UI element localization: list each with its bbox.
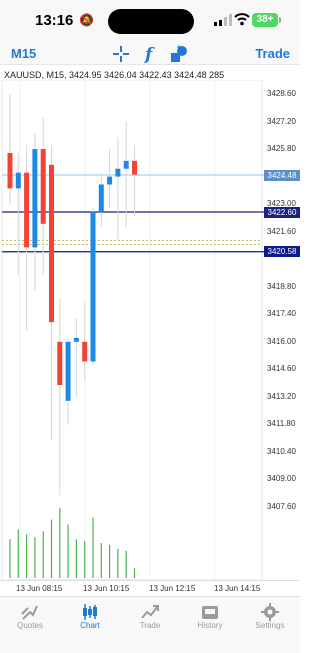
battery-indicator: 38+ [252,13,278,27]
candle-bull [65,341,71,401]
price-tag-low-line: 3420.58 [264,246,300,258]
symbol-info: XAUUSD, M15, 3424.95 3426.04 3422.43 342… [4,70,225,80]
price-tag-high-line: 3422.60 [264,206,300,218]
time-label: 13 Jun 08:15 [16,584,63,593]
svg-text:f: f [144,45,155,64]
candle-bull [32,149,38,248]
candle-bear [132,160,137,175]
crosshair-icon[interactable] [111,44,131,64]
price-tick-label: 3418.80 [267,281,296,291]
candle-bear [49,164,54,323]
history-icon [202,606,218,619]
tab-label: Trade [139,621,161,630]
candle-bear [40,149,46,224]
candle-bull [90,212,96,362]
candle-bull [73,337,79,342]
price-tick-label: 3411.80 [267,419,296,429]
status-time: 13:16 [35,12,74,29]
candle-bull [115,168,121,177]
price-tick-label: 3409.00 [267,474,296,484]
candle-bear [7,153,13,189]
tab-label: Quotes [17,621,43,630]
trade-icon [141,605,159,619]
trade-button[interactable]: Trade [255,46,290,61]
price-tick-label: 3416.00 [267,336,296,346]
candle-bull [98,184,104,212]
tab-quotes[interactable]: Quotes [0,597,60,653]
time-label: 13 Jun 14:15 [214,584,261,593]
price-tick-label: 3414.60 [267,364,296,374]
tab-history[interactable]: History [180,597,240,653]
tab-trade[interactable]: Trade [120,597,180,653]
signal-icon [214,14,232,26]
settings-icon [261,603,279,621]
price-tick-label: 3410.40 [267,446,296,456]
price-tick-label: 3425.80 [267,144,296,154]
timeframe-button[interactable]: M15 [11,46,36,61]
tab-label: History [197,621,223,630]
tab-chart[interactable]: Chart [60,597,120,653]
quotes-icon [21,605,38,620]
price-tick-label: 3427.20 [267,116,296,126]
candle-bull [123,160,129,169]
candle-bear [57,341,63,386]
indicators-function-icon[interactable]: f [140,44,160,64]
price-tick-label: 3417.40 [267,309,296,319]
tab-settings[interactable]: Settings [240,597,300,653]
status-bar: 13:16 🔕 38+ [0,0,300,44]
dynamic-island [108,9,194,34]
chart-icon [83,604,97,620]
objects-shapes-icon[interactable] [169,44,189,64]
candle-bear [82,341,88,362]
battery-tip [279,17,281,23]
price-tick-label: 3413.20 [267,391,296,401]
tab-bar: Quotes Chart Trade History Settings [0,596,300,653]
tab-label: Chart [80,621,100,630]
candle-bull [107,176,113,185]
price-tick-label: 3421.60 [267,226,296,236]
time-label: 13 Jun 12:15 [149,584,196,593]
bell-slash-icon: 🔕 [79,13,94,27]
candle-bear [24,172,30,248]
price-tag-bid: 3424.48 [264,169,300,181]
tab-label: Settings [255,621,285,630]
price-tick-label: 3407.60 [267,502,296,511]
wifi-icon [234,13,250,26]
time-label: 13 Jun 10:15 [83,584,130,593]
candle-bull [15,172,21,189]
candlestick-chart[interactable] [0,80,300,580]
chart-toolbar: M15 f Trade [0,44,300,65]
price-tick-label: 3428.60 [267,89,296,98]
